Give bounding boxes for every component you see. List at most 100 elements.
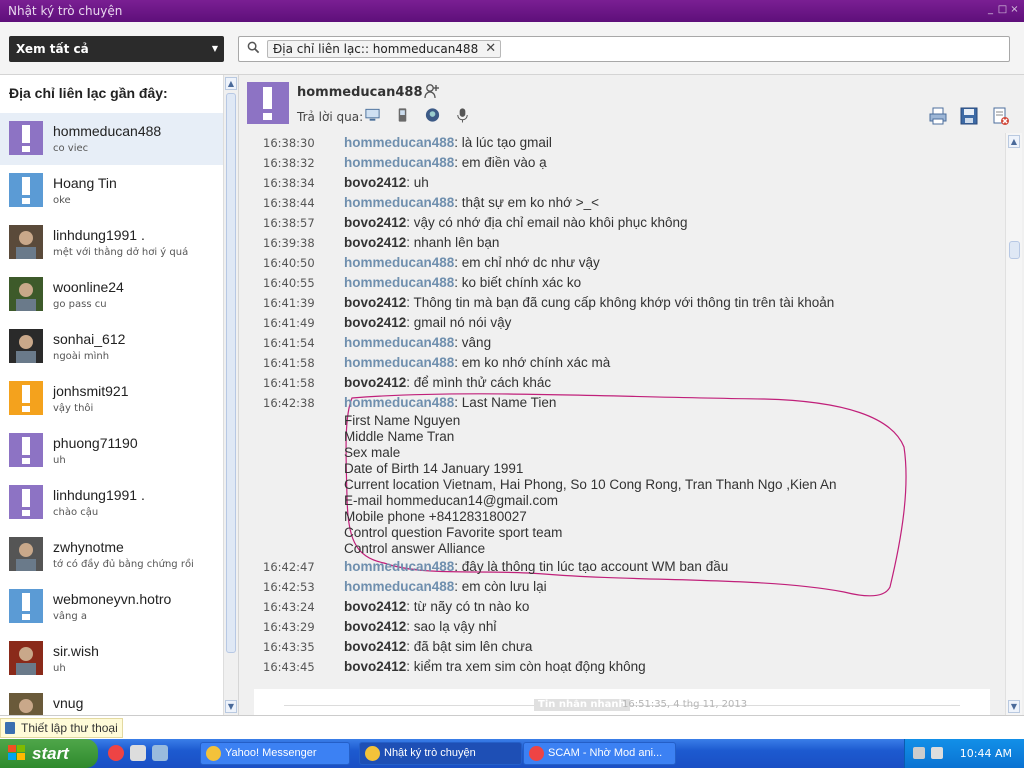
message-text: : Last Name Tien xyxy=(454,395,557,410)
close-button[interactable]: × xyxy=(1009,3,1020,17)
contact-status: co viec xyxy=(53,143,89,154)
contact-item[interactable]: linhdung1991 . chào cậu xyxy=(0,477,223,529)
message-body: hommeducan488: là lúc tạo gmail xyxy=(344,133,990,153)
taskbar-task-button[interactable]: Nhật ký trò chuyện xyxy=(359,742,522,765)
recent-contacts-heading: Địa chỉ liên lạc gần đây: xyxy=(9,85,168,101)
contact-avatar xyxy=(247,82,289,124)
message-continuation-line: Control question Favorite sport team xyxy=(344,525,563,540)
message-sender: bovo2412 xyxy=(344,215,407,230)
contact-item[interactable]: sir.wish uh xyxy=(0,633,223,685)
scrollbar-thumb[interactable] xyxy=(1009,241,1020,259)
contact-item[interactable]: jonhsmit921 vậy thôi xyxy=(0,373,223,425)
message-text: : gmail nó nói vậy xyxy=(406,315,512,330)
chrome-icon[interactable] xyxy=(108,745,124,761)
message-text: : em điền vào ạ xyxy=(454,155,547,170)
message-body: hommeducan488: Last Name Tien xyxy=(344,393,990,413)
delete-icon[interactable] xyxy=(990,106,1010,126)
voicemail-setup-label: Thiết lập thư thoại xyxy=(21,721,118,735)
message-text: : đã bật sim lên chưa xyxy=(406,639,533,654)
reply-via-label: Trả lời qua: xyxy=(297,110,364,124)
chat-header: hommeducan488 Trả lời qua: xyxy=(239,75,1024,133)
message-continuation-line: Mobile phone +841283180027 xyxy=(344,509,527,524)
message-continuation-line: Sex male xyxy=(344,445,401,460)
contact-item[interactable]: woonline24 go pass cu xyxy=(0,269,223,321)
mobile-icon[interactable] xyxy=(394,106,411,124)
contact-photo xyxy=(9,225,43,259)
contact-name: zwhynotme xyxy=(53,539,124,555)
message-row: 16:42:47 hommeducan488: đây là thông tin … xyxy=(254,557,990,577)
message-row: 16:40:50 hommeducan488: em chỉ nhớ dc như… xyxy=(254,253,990,273)
scroll-up-icon[interactable]: ▲ xyxy=(1008,135,1020,148)
message-time: 16:42:53 xyxy=(263,580,315,594)
message-time: 16:41:58 xyxy=(263,356,315,370)
taskbar-task-button[interactable]: Yahoo! Messenger xyxy=(200,742,350,765)
app-icon[interactable] xyxy=(152,745,168,761)
network-icon[interactable] xyxy=(913,747,925,759)
minimize-button[interactable]: _ xyxy=(985,3,996,17)
title-bar: Nhật ký trò chuyện _ □ × xyxy=(0,0,1024,22)
message-text: : ko biết chính xác ko xyxy=(454,275,582,290)
search-icon xyxy=(247,41,260,54)
toolbar: Xem tất cả ▼ Địa chỉ liên lạc:: hommeduc… xyxy=(0,22,1024,75)
view-filter-dropdown[interactable]: Xem tất cả ▼ xyxy=(9,36,224,62)
message-row: 16:41:54 hommeducan488: vâng xyxy=(254,333,990,353)
message-time: 16:42:38 xyxy=(263,396,315,410)
message-body: hommeducan488: em điền vào ạ xyxy=(344,153,990,173)
computer-icon[interactable] xyxy=(364,106,381,124)
start-button[interactable]: start xyxy=(0,739,98,768)
desktop-icon[interactable] xyxy=(130,745,146,761)
message-body: bovo2412: đã bật sim lên chưa xyxy=(344,637,990,657)
contact-item[interactable]: vnug xyxy=(0,685,223,715)
message-body: hommeducan488: thật sự em ko nhớ >_< xyxy=(344,193,990,213)
chat-scrollbar[interactable]: ▲ ▼ xyxy=(1005,133,1022,715)
scroll-down-icon[interactable]: ▼ xyxy=(1008,700,1020,713)
message-body: hommeducan488: em ko nhớ chính xác mà xyxy=(344,353,990,373)
message-row: 16:43:24 bovo2412: từ nãy có tn nào ko xyxy=(254,597,990,617)
remove-filter-icon[interactable]: ✕ xyxy=(485,41,496,57)
contact-item[interactable]: zwhynotme tớ có đầy đủ bằng chứng rồi xyxy=(0,529,223,581)
voicemail-setup-button[interactable]: Thiết lập thư thoại xyxy=(0,718,123,738)
message-text: : kiểm tra xem sim còn hoạt động không xyxy=(406,659,646,674)
message-row: 16:41:49 bovo2412: gmail nó nói vậy xyxy=(254,313,990,333)
search-input[interactable]: Địa chỉ liên lạc:: hommeducan488 ✕ xyxy=(238,36,1010,62)
task-app-icon xyxy=(206,746,221,761)
message-body: bovo2412: kiểm tra xem sim còn hoạt động… xyxy=(344,657,990,677)
contact-status: chào cậu xyxy=(53,507,99,518)
message-sender: bovo2412 xyxy=(344,599,407,614)
save-icon[interactable] xyxy=(959,106,979,126)
message-sender: hommeducan488 xyxy=(344,195,455,210)
scroll-down-icon[interactable]: ▼ xyxy=(225,700,237,713)
scrollbar-thumb[interactable] xyxy=(226,93,236,653)
message-body: bovo2412: vậy có nhớ địa chỉ email nào k… xyxy=(344,213,990,233)
maximize-button[interactable]: □ xyxy=(997,3,1008,17)
contact-item[interactable]: sonhai_612 ngoài mình xyxy=(0,321,223,373)
contact-item[interactable]: phuong71190 uh xyxy=(0,425,223,477)
scroll-up-icon[interactable]: ▲ xyxy=(225,77,237,90)
task-app-icon xyxy=(529,746,544,761)
contact-photo xyxy=(9,329,43,363)
message-body: bovo2412: gmail nó nói vậy xyxy=(344,313,990,333)
contact-item[interactable]: Hoang Tin oke xyxy=(0,165,223,217)
contact-name: vnug xyxy=(53,695,84,711)
print-icon[interactable] xyxy=(928,106,948,126)
contact-item[interactable]: webmoneyvn.hotro vâng a xyxy=(0,581,223,633)
contact-item[interactable]: linhdung1991 . mệt với thằng dở hơi ý quá xyxy=(0,217,223,269)
taskbar-task-button[interactable]: SCAM - Nhờ Mod ani... xyxy=(523,742,676,765)
contact-name: webmoneyvn.hotro xyxy=(53,591,172,607)
task-label: Nhật ký trò chuyện xyxy=(384,747,476,759)
message-time: 16:43:29 xyxy=(263,620,315,634)
message-sender: bovo2412 xyxy=(344,375,407,390)
contact-item[interactable]: hommeducan488 co viec xyxy=(0,113,223,165)
add-contact-icon[interactable] xyxy=(424,83,440,99)
message-body: bovo2412: Thông tin mà bạn đã cung cấp k… xyxy=(344,293,990,313)
volume-icon[interactable] xyxy=(931,747,943,759)
sidebar-scrollbar[interactable]: ▲ ▼ xyxy=(223,75,238,715)
message-time: 16:43:24 xyxy=(263,600,315,614)
message-sender: hommeducan488 xyxy=(344,395,455,410)
system-tray: 10:44 AM xyxy=(904,739,1024,768)
message-sender: hommeducan488 xyxy=(344,135,455,150)
messenger-icon[interactable] xyxy=(424,106,441,124)
message-time: 16:41:58 xyxy=(263,376,315,390)
message-body: bovo2412: uh xyxy=(344,173,990,193)
microphone-icon[interactable] xyxy=(454,106,471,124)
